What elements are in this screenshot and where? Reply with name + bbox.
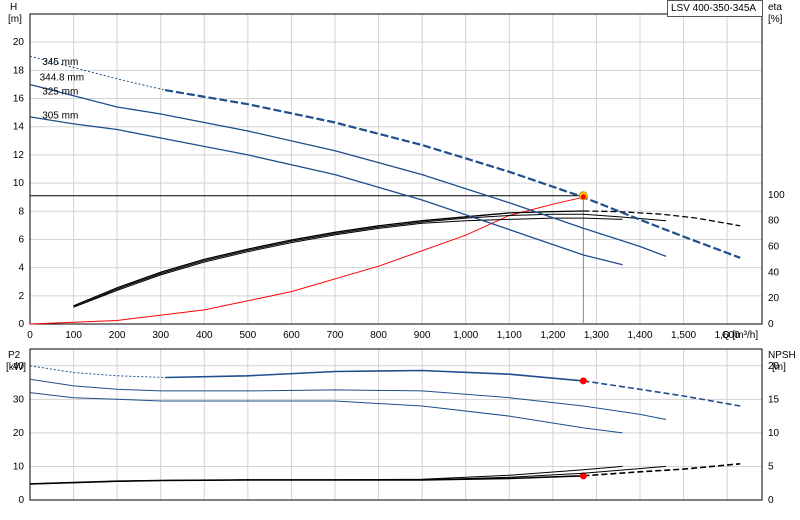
npsh-curve-extension [583, 463, 741, 477]
y-tick-label: 12 [13, 150, 25, 161]
power-curve-345 [165, 369, 584, 382]
eta-tick-label: 0 [768, 319, 774, 330]
eta-axis-unit: [%] [768, 14, 783, 25]
y-tick-label: 16 [13, 94, 25, 105]
x-tick-label: 1,200 [540, 330, 565, 341]
x-tick-label: 1,000 [453, 330, 478, 341]
impeller-label: 345 mm [42, 57, 78, 68]
y-tick-label: 18 [13, 65, 25, 76]
y-tick-label: 10 [13, 178, 25, 189]
x-axis-label: Q [m³/h] [722, 330, 758, 341]
npsh-tick-label: 10 [768, 428, 780, 439]
npsh-tick-label: 15 [768, 394, 780, 405]
efficiency-curve [73, 210, 584, 307]
y-tick-label: 0 [18, 319, 24, 330]
x-tick-label: 200 [109, 330, 126, 341]
eta-tick-label: 60 [768, 242, 780, 253]
impeller-label: 325 mm [42, 87, 78, 98]
head-efficiency-chart: 024681012141618200204060801000 100 200 300 4… [8, 2, 785, 341]
npsh-curve [29, 465, 623, 485]
x-tick-label: 0 [27, 330, 33, 341]
x-tick-label: 300 [152, 330, 169, 341]
x-tick-label: 1,300 [584, 330, 609, 341]
head-curve [29, 116, 623, 266]
x-tick-label: 1,100 [497, 330, 522, 341]
y-tick-label: 8 [18, 206, 24, 217]
operating-point-dot [580, 194, 586, 200]
y-tick-label: 20 [13, 37, 25, 48]
x-tick-label: 500 [240, 330, 257, 341]
x-tick-label: 1,400 [627, 330, 652, 341]
y-axis-unit: [m] [8, 14, 22, 25]
p2-axis-label: P2 [8, 350, 21, 361]
pump-curve-chart: 024681012141618200204060801000 100 200 300 4… [6, 2, 796, 506]
eta-tick-label: 100 [768, 190, 785, 201]
y-axis-label: H [10, 2, 17, 13]
x-tick-label: 1,500 [671, 330, 696, 341]
x-tick-label: 400 [196, 330, 213, 341]
x-tick-label: 900 [414, 330, 431, 341]
plot-frame [29, 348, 763, 501]
x-tick-label: 800 [370, 330, 387, 341]
x-tick-label: 700 [327, 330, 344, 341]
npsh-tick-label: 5 [768, 461, 774, 472]
eta-tick-label: 40 [768, 267, 780, 278]
x-tick-label: 100 [65, 330, 82, 341]
p2-tick-label: 30 [13, 394, 25, 405]
impeller-label: 344.8 mm [40, 72, 84, 83]
p2-tick-label: 10 [13, 461, 25, 472]
y-tick-label: 2 [18, 291, 24, 302]
y-tick-label: 6 [18, 234, 24, 245]
p2-axis-unit: [kW] [6, 362, 26, 373]
power-operating-marker [579, 377, 587, 385]
p2-tick-label: 0 [18, 495, 24, 506]
eta-tick-label: 80 [768, 216, 780, 227]
y-tick-label: 14 [13, 122, 25, 133]
plot-frame [29, 13, 763, 325]
x-tick-label: 600 [283, 330, 300, 341]
npsh-axis-unit: [m] [772, 362, 786, 373]
y-tick-label: 4 [18, 263, 24, 274]
npsh-axis-label: NPSH [768, 350, 796, 361]
power-curve-start [29, 365, 166, 378]
power-curve [29, 392, 623, 434]
model-label: LSV 400-350-345A [667, 0, 763, 17]
power-curve-extension [583, 380, 741, 407]
power-npsh-chart: 01020304005101520P2[kW]NPSH[m] [6, 348, 796, 506]
efficiency-curve [73, 213, 667, 308]
eta-axis-label: eta [768, 2, 782, 13]
eta-tick-label: 20 [768, 293, 780, 304]
head-curve-345 [164, 89, 741, 259]
npsh-tick-label: 0 [768, 495, 774, 506]
impeller-label: 305 mm [42, 110, 78, 121]
p2-tick-label: 20 [13, 428, 25, 439]
